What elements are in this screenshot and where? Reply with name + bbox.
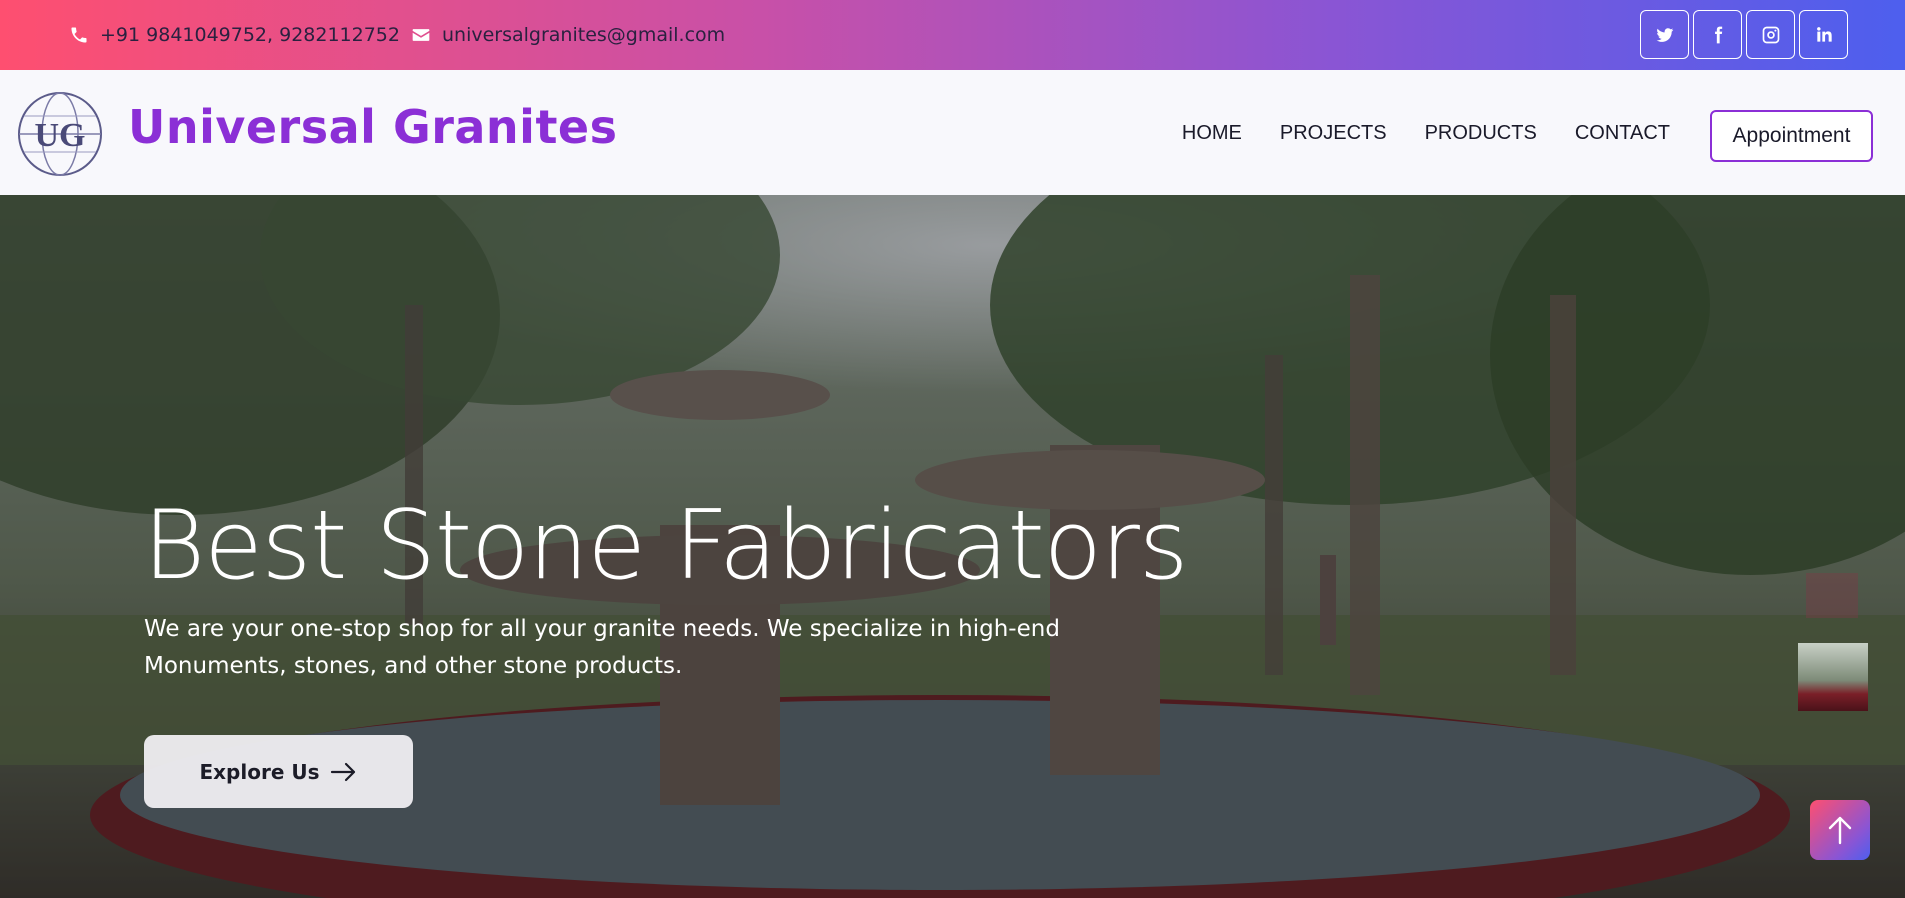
explore-us-label: Explore Us	[199, 759, 320, 784]
site-header: UG Universal Granites HOME PROJECTS PROD…	[0, 70, 1905, 195]
explore-us-button[interactable]: Explore Us	[144, 735, 413, 808]
arrow-up-icon	[1828, 816, 1852, 845]
linkedin-button[interactable]	[1799, 10, 1848, 59]
main-nav: HOME PROJECTS PRODUCTS CONTACT	[1182, 122, 1670, 145]
instagram-icon	[1762, 26, 1779, 43]
twitter-icon	[1656, 27, 1673, 42]
facebook-icon	[1714, 26, 1722, 43]
nav-projects[interactable]: PROJECTS	[1280, 122, 1387, 145]
phone-icon	[68, 24, 90, 46]
contact-info: +91 9841049752, 9282112752 universalgran…	[68, 0, 725, 70]
instagram-button[interactable]	[1746, 10, 1795, 59]
brand-name[interactable]: Universal Granites	[128, 100, 618, 154]
top-contact-bar: +91 9841049752, 9282112752 universalgran…	[0, 0, 1905, 70]
nav-home[interactable]: HOME	[1182, 122, 1242, 145]
hero-subtitle: We are your one-stop shop for all your g…	[144, 616, 1060, 679]
twitter-button[interactable]	[1640, 10, 1689, 59]
phone-numbers[interactable]: +91 9841049752, 9282112752	[100, 24, 400, 46]
nav-products[interactable]: PRODUCTS	[1425, 122, 1537, 145]
facebook-button[interactable]	[1693, 10, 1742, 59]
company-logo[interactable]: UG	[16, 90, 104, 178]
arrow-right-icon	[330, 762, 355, 781]
hero-title: Best Stone Fabricators	[143, 491, 1188, 601]
envelope-icon	[410, 24, 432, 46]
gallery-thumbnail-fountain[interactable]	[1798, 643, 1868, 711]
gallery-thumbnail[interactable]	[1806, 573, 1858, 618]
nav-contact[interactable]: CONTACT	[1575, 122, 1670, 145]
social-links	[1640, 10, 1848, 59]
email-link[interactable]: universalgranites@gmail.com	[442, 24, 725, 46]
hero-section: Best Stone Fabricators We are your one-s…	[0, 195, 1905, 898]
appointment-button[interactable]: Appointment	[1710, 110, 1873, 162]
svg-text:UG: UG	[35, 117, 86, 154]
back-to-top-button[interactable]	[1810, 800, 1870, 860]
linkedin-icon	[1816, 26, 1832, 42]
